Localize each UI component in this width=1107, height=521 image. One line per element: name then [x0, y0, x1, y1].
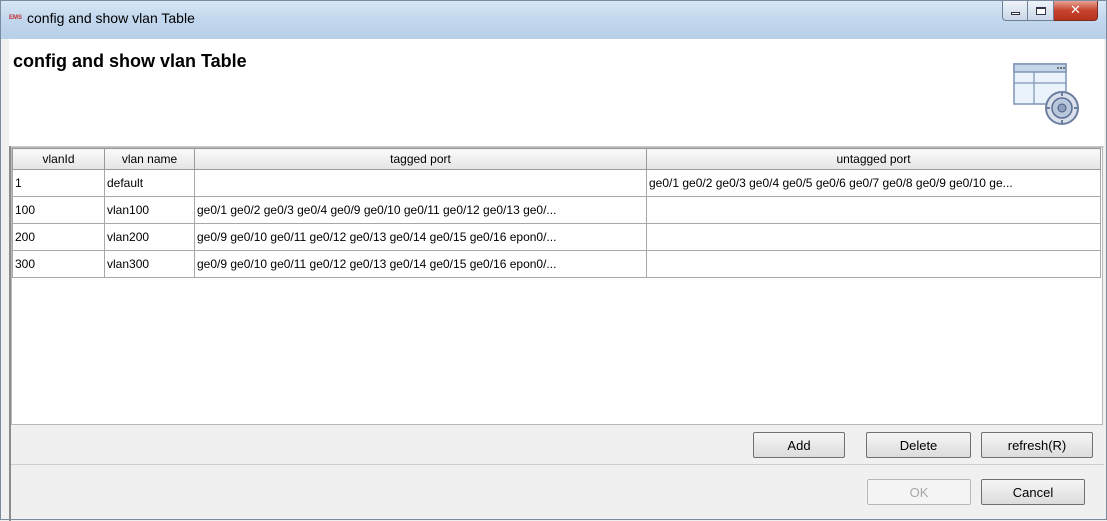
table-row[interactable]: 200 vlan200 ge0/9 ge0/10 ge0/11 ge0/12 g… — [12, 223, 1101, 251]
close-button[interactable]: ✕ — [1054, 1, 1098, 21]
page-title: config and show vlan Table — [13, 51, 247, 71]
table-settings-icon — [1013, 63, 1079, 125]
refresh-button[interactable]: refresh(R) — [981, 432, 1093, 458]
maximize-icon — [1035, 6, 1046, 15]
maximize-button[interactable] — [1028, 1, 1054, 21]
dialog-window: EMS config and show vlan Table ✕ config … — [0, 0, 1107, 521]
cell-vlanid[interactable]: 300 — [12, 250, 105, 278]
add-button[interactable]: Add — [753, 432, 845, 458]
cell-tagged-port[interactable] — [194, 169, 647, 197]
footer-divider — [11, 464, 1104, 465]
table-row[interactable]: 100 vlan100 ge0/1 ge0/2 ge0/3 ge0/4 ge0/… — [12, 196, 1101, 224]
cell-untagged-port[interactable] — [646, 223, 1101, 251]
table-row[interactable]: 1 default ge0/1 ge0/2 ge0/3 ge0/4 ge0/5 … — [12, 169, 1101, 197]
cell-vlanid[interactable]: 100 — [12, 196, 105, 224]
column-header-vlan-name[interactable]: vlan name — [104, 148, 195, 170]
delete-button[interactable]: Delete — [866, 432, 971, 458]
column-header-untagged-port[interactable]: untagged port — [646, 148, 1101, 170]
cell-vlan-name[interactable]: vlan100 — [104, 196, 195, 224]
window-title: config and show vlan Table — [27, 10, 195, 26]
cell-untagged-port[interactable] — [646, 196, 1101, 224]
column-header-vlanid[interactable]: vlanId — [12, 148, 105, 170]
cell-untagged-port[interactable]: ge0/1 ge0/2 ge0/3 ge0/4 ge0/5 ge0/6 ge0/… — [646, 169, 1101, 197]
close-icon: ✕ — [1070, 3, 1081, 18]
ok-button[interactable]: OK — [867, 479, 971, 505]
cell-vlan-name[interactable]: vlan200 — [104, 223, 195, 251]
cell-tagged-port[interactable]: ge0/1 ge0/2 ge0/3 ge0/4 ge0/9 ge0/10 ge0… — [194, 196, 647, 224]
window-controls: ✕ — [1002, 1, 1098, 27]
vlan-table: vlanId vlan name tagged port untagged po… — [11, 147, 1103, 425]
cancel-button[interactable]: Cancel — [981, 479, 1085, 505]
cell-vlanid[interactable]: 1 — [12, 169, 105, 197]
minimize-icon — [1010, 12, 1020, 15]
cell-vlan-name[interactable]: default — [104, 169, 195, 197]
cell-tagged-port[interactable]: ge0/9 ge0/10 ge0/11 ge0/12 ge0/13 ge0/14… — [194, 223, 647, 251]
cell-vlanid[interactable]: 200 — [12, 223, 105, 251]
cell-untagged-port[interactable] — [646, 250, 1101, 278]
minimize-button[interactable] — [1002, 1, 1028, 21]
column-header-tagged-port[interactable]: tagged port — [194, 148, 647, 170]
cell-tagged-port[interactable]: ge0/9 ge0/10 ge0/11 ge0/12 ge0/13 ge0/14… — [194, 250, 647, 278]
title-bar[interactable]: EMS config and show vlan Table ✕ — [1, 1, 1106, 39]
ems-app-icon: EMS — [9, 15, 23, 21]
cell-vlan-name[interactable]: vlan300 — [104, 250, 195, 278]
table-header-row: vlanId vlan name tagged port untagged po… — [12, 148, 1101, 170]
header-panel: config and show vlan Table — [9, 39, 1104, 147]
vlan-grid: vlanId vlan name tagged port untagged po… — [12, 148, 1101, 278]
table-row[interactable]: 300 vlan300 ge0/9 ge0/10 ge0/11 ge0/12 g… — [12, 250, 1101, 278]
